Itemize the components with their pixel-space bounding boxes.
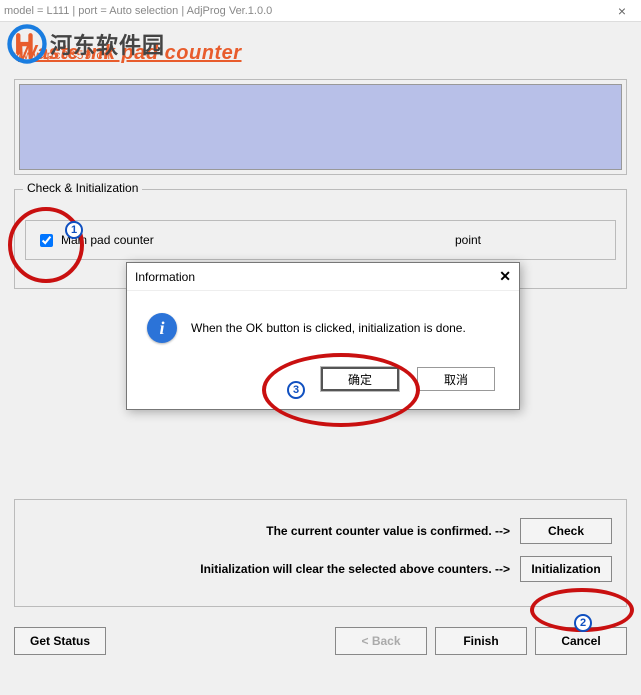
info-icon: i xyxy=(147,313,177,343)
dialog-ok-button[interactable]: 确定 xyxy=(321,367,399,391)
fieldset-legend: Check & Initialization xyxy=(23,181,142,195)
dialog-close-icon[interactable]: ✕ xyxy=(499,268,511,285)
dialog-cancel-button[interactable]: 取消 xyxy=(417,367,495,391)
action-area: The current counter value is confirmed. … xyxy=(14,499,627,607)
finish-button[interactable]: Finish xyxy=(435,627,527,655)
back-button: < Back xyxy=(335,627,427,655)
main-pad-checkbox[interactable] xyxy=(40,234,53,247)
init-row: Initialization will clear the selected a… xyxy=(29,556,612,582)
initialization-button[interactable]: Initialization xyxy=(520,556,612,582)
cancel-button[interactable]: Cancel xyxy=(535,627,627,655)
dialog-body: i When the OK button is clicked, initial… xyxy=(127,291,519,357)
point-label: point xyxy=(455,233,481,247)
log-panel xyxy=(14,79,627,175)
window-close-icon[interactable]: × xyxy=(607,3,637,19)
window-titlebar: model = L111 | port = Auto selection | A… xyxy=(0,0,641,22)
bottom-bar: Get Status < Back Finish Cancel xyxy=(0,617,641,665)
watermark-url: www.pc0359.cn xyxy=(14,48,111,62)
get-status-button[interactable]: Get Status xyxy=(14,627,106,655)
dialog-titlebar: Information ✕ xyxy=(127,263,519,291)
log-textarea[interactable] xyxy=(19,84,622,170)
main-pad-label: Main pad counter xyxy=(61,233,154,247)
titlebar-text: model = L111 | port = Auto selection | A… xyxy=(4,5,272,17)
dialog-buttons: 确定 取消 xyxy=(127,357,519,409)
main-pad-row: Main pad counter point xyxy=(25,220,616,260)
information-dialog: Information ✕ i When the OK button is cl… xyxy=(126,262,520,410)
check-row: The current counter value is confirmed. … xyxy=(29,518,612,544)
dialog-message: When the OK button is clicked, initializ… xyxy=(191,321,466,335)
check-text: The current counter value is confirmed. … xyxy=(266,524,510,538)
check-button[interactable]: Check xyxy=(520,518,612,544)
dialog-title: Information xyxy=(135,270,195,284)
init-text: Initialization will clear the selected a… xyxy=(200,562,510,576)
